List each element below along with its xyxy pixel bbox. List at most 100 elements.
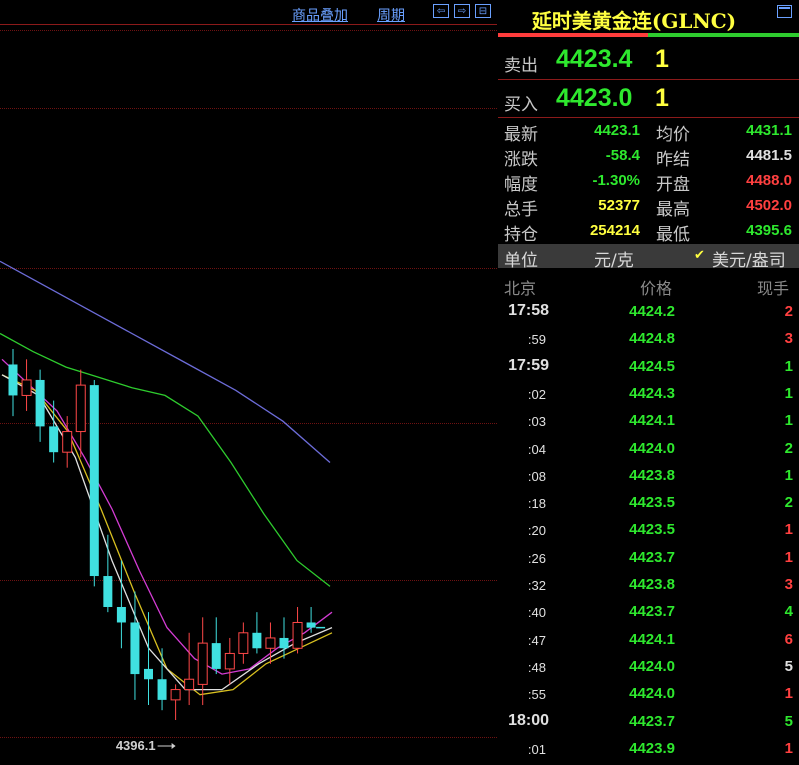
stat-label: 最新 (504, 125, 538, 145)
candle-body-down (8, 364, 18, 396)
tick-time: :04 (527, 441, 546, 457)
moving-average-line (1, 358, 333, 675)
buy-label: 买入 (504, 95, 538, 115)
tick-price: 4424.0 (629, 439, 675, 457)
buy-price: 4423.0 (556, 84, 633, 112)
stat-label: 最高 (656, 200, 690, 220)
col-header-price: 价格 (640, 279, 673, 298)
candle-body-up (265, 637, 276, 649)
tick-price: 4423.5 (629, 494, 675, 512)
check-icon: ✔ (694, 248, 705, 263)
tick-volume: 1 (784, 466, 793, 484)
divider (498, 117, 799, 118)
tick-volume: 1 (784, 384, 793, 402)
tick-time: 17:58 (508, 302, 549, 319)
buy-row: 买入 4423.0 1 (498, 80, 799, 118)
unit-option-yuan-gram[interactable]: 元/克 (594, 246, 634, 271)
sell-price: 4423.4 (556, 45, 633, 73)
stat-value: 4423.1 (594, 122, 640, 139)
scroll-right-icon[interactable]: ⇨ (454, 4, 470, 18)
tick-price: 4424.8 (629, 330, 675, 348)
candle-body-up (170, 689, 181, 701)
candle-body-down (116, 606, 126, 623)
stat-value: 4488.0 (746, 172, 792, 189)
tick-price: 4424.1 (629, 630, 675, 648)
candle-body-down (35, 379, 45, 427)
tick-volume: 6 (784, 630, 793, 648)
tick-volume: 2 (784, 439, 793, 457)
stat-label: 最低 (656, 225, 690, 245)
col-header-time: 北京 (504, 279, 537, 298)
candle-body-up (184, 678, 195, 691)
tick-time: :26 (527, 550, 546, 566)
tick-price: 4423.7 (629, 603, 675, 621)
sell-volume: 1 (655, 45, 669, 73)
stat-label: 总手 (504, 200, 538, 220)
stat-value: -58.4 (605, 147, 640, 164)
tick-time: 18:00 (508, 711, 549, 729)
tick-price: 4424.0 (629, 685, 675, 703)
tick-price: 4424.2 (629, 303, 675, 320)
scroll-left-icon[interactable]: ⇦ (433, 4, 449, 18)
tick-time: :20 (527, 523, 546, 539)
candle-body-down (306, 622, 316, 628)
tick-time: :40 (527, 605, 546, 621)
kline-chart[interactable]: 4396.1 (0, 0, 497, 765)
overlay-commodity-link[interactable]: 商品叠加 (292, 5, 348, 25)
stat-label: 昨结 (656, 150, 690, 170)
tick-time: :55 (527, 687, 546, 703)
unit-option-usd-ounce[interactable]: 美元/盎司 (712, 246, 786, 271)
tick-price: 4423.7 (629, 548, 675, 566)
window-toggle-icon[interactable] (777, 5, 792, 18)
tick-price: 4423.7 (629, 712, 675, 730)
tick-price: 4424.3 (629, 384, 675, 402)
tick-time: :47 (527, 632, 546, 648)
tick-volume: 1 (784, 685, 793, 703)
tick-price: 4423.8 (629, 576, 675, 593)
tick-time: :59 (527, 332, 546, 348)
tick-volume: 1 (784, 739, 793, 757)
tick-volume: 2 (784, 303, 793, 320)
unit-bar: 单位 元/克 ✔ 美元/盎司 (498, 244, 799, 271)
tick-time: :03 (527, 414, 546, 430)
quote-panel: 延时美黄金连(GLNC) 卖出 4423.4 1 买入 4423.0 1 最新 4… (498, 0, 799, 765)
tick-price: 4424.5 (629, 357, 675, 375)
candle-body-down (89, 385, 99, 577)
tick-time: :01 (527, 741, 546, 757)
tick-time: :02 (527, 386, 546, 402)
stat-label: 涨跌 (504, 150, 538, 170)
layout-icon[interactable]: ⊟ (475, 4, 491, 18)
sell-label: 卖出 (504, 56, 538, 76)
candle-body-down (279, 637, 289, 649)
low-price-arrowhead (171, 743, 176, 749)
candle-body-down (252, 632, 262, 649)
tick-volume: 1 (784, 412, 793, 430)
tick-time: :48 (527, 659, 546, 675)
low-price-label: 4396.1 (116, 738, 156, 753)
tick-price: 4424.1 (629, 412, 675, 430)
candle-body-up (292, 621, 303, 649)
tick-price: 4424.0 (629, 657, 675, 675)
instrument-title: 延时美黄金连(GLNC) (531, 9, 737, 33)
buy-volume: 1 (655, 84, 669, 112)
col-header-volume: 现手 (757, 279, 790, 298)
stat-label: 开盘 (656, 175, 690, 195)
stat-label: 持仓 (504, 225, 538, 245)
tick-time: :18 (527, 496, 546, 512)
stat-value: -1.30% (592, 172, 640, 189)
period-link[interactable]: 周期 (377, 5, 405, 25)
tick-price: 4423.5 (629, 521, 675, 539)
candle-body-down (49, 426, 59, 453)
tick-time: 17:59 (508, 356, 549, 374)
kline-chart-pane[interactable]: 4396.1 商品叠加 周期 ⇦ ⇨ ⊟ (0, 0, 497, 765)
tick-volume: 3 (784, 330, 793, 348)
sell-ratio-bar (498, 33, 648, 37)
stat-value: 254214 (589, 222, 640, 239)
stat-value: 4431.1 (746, 122, 792, 139)
buy-ratio-bar (648, 33, 799, 37)
tick-volume: 4 (784, 603, 793, 621)
tick-price: 4423.9 (629, 739, 675, 757)
candle-body-up (62, 431, 73, 453)
candle-body-down (157, 679, 167, 700)
tick-volume: 1 (784, 548, 793, 566)
